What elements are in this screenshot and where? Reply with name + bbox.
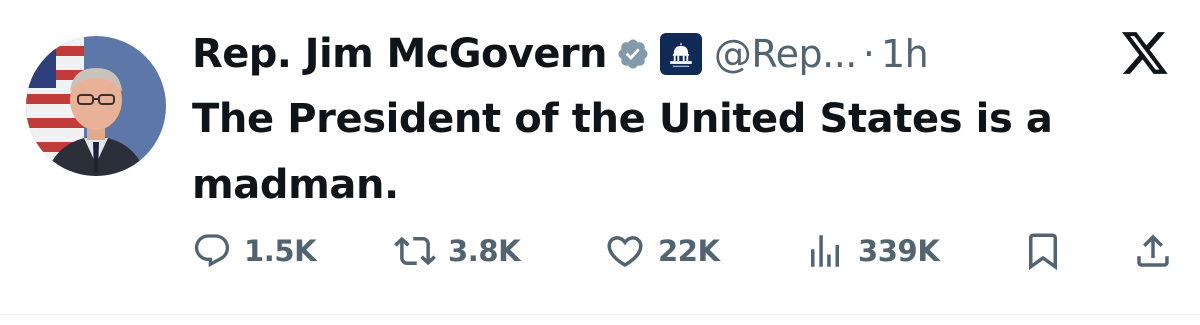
share-button[interactable] <box>1132 222 1174 280</box>
bookmark-icon <box>1029 233 1057 271</box>
display-name[interactable]: Rep. Jim McGovern <box>192 31 608 77</box>
reply-icon <box>194 234 230 268</box>
x-logo-icon[interactable] <box>1120 30 1170 76</box>
author-handle[interactable]: @Rep... <box>714 32 857 76</box>
tweet-card: Rep. Jim McGovern @Rep... · 1h The Presi… <box>0 0 1200 325</box>
views-button[interactable]: 339K <box>804 222 940 280</box>
reply-button[interactable]: 1.5K <box>192 222 317 280</box>
views-icon <box>811 235 839 267</box>
share-icon <box>1137 234 1169 267</box>
verified-badge-icon <box>616 37 650 71</box>
repost-icon <box>394 236 436 266</box>
avatar-portrait-icon <box>26 36 166 176</box>
header-separator: · <box>862 32 875 76</box>
bookmark-button[interactable] <box>1022 222 1064 280</box>
capitol-affiliate-badge-icon[interactable] <box>659 33 702 75</box>
like-button[interactable]: 22K <box>604 222 720 280</box>
reply-count: 1.5K <box>244 234 317 268</box>
tweet-text: The President of the United States is a … <box>192 96 1053 208</box>
tweet-header: Rep. Jim McGovern @Rep... · 1h <box>192 24 929 84</box>
repost-count: 3.8K <box>448 234 521 268</box>
action-bar: 1.5K 3.8K 22K 339K <box>192 222 1182 280</box>
views-count: 339K <box>858 234 940 268</box>
heart-icon <box>607 236 643 268</box>
divider <box>0 314 1200 315</box>
avatar[interactable] <box>26 36 166 176</box>
like-count: 22K <box>658 234 720 268</box>
repost-button[interactable]: 3.8K <box>394 222 521 280</box>
tweet-timestamp[interactable]: 1h <box>881 32 929 76</box>
